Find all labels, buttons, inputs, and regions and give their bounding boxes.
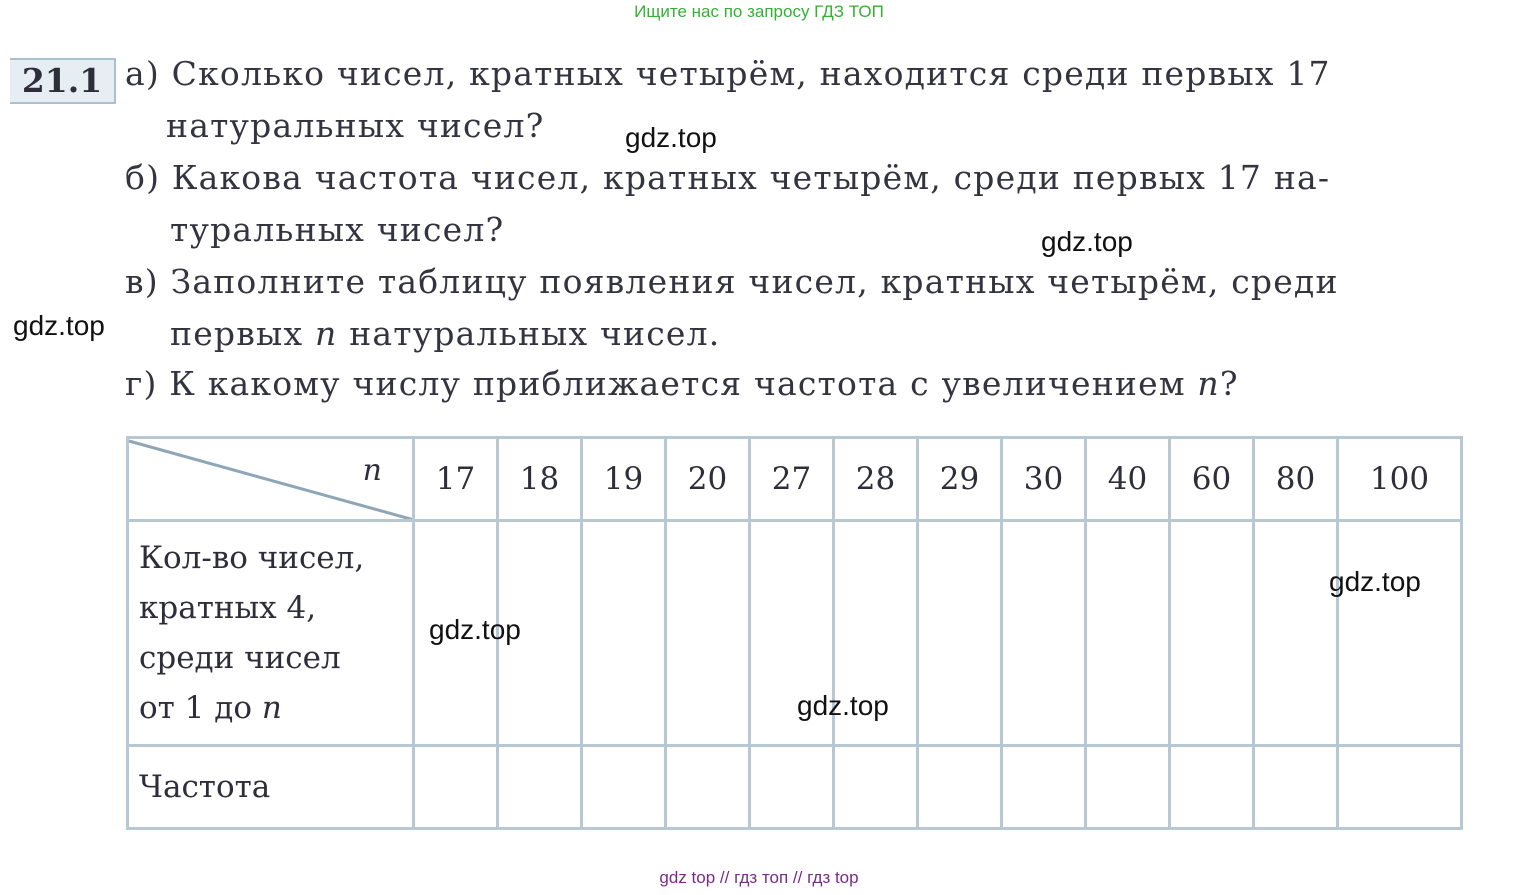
table-cell [916,743,1003,831]
row-label-line: кратных 4, [139,589,317,626]
column-header: 100 [1336,435,1463,523]
top-banner: Ищите нас по запросу ГДЗ ТОП [634,2,884,21]
table-cell [1084,519,1171,747]
table-cell [664,519,751,747]
column-header: 19 [580,435,667,523]
problem-number: 21.1 [10,58,116,104]
task-g-var: n [1197,364,1220,403]
task-g: г) К какому числу приближается частота с… [125,358,1239,410]
table-corner-cell: n [126,435,415,523]
task-a: а) Сколько чисел, кратных четырём, наход… [125,48,1331,100]
table-cell [1252,519,1339,747]
task-v-text: Заполните таблицу появления чисел, кратн… [170,262,1339,301]
column-header: 27 [748,435,835,523]
table-cell [412,743,499,831]
task-a-text: Сколько чисел, кратных четырём, находитс… [171,54,1331,93]
task-b-text: Какова частота чисел, кратных четырём, с… [171,158,1331,197]
column-header: 29 [916,435,1003,523]
table-header-row: n 17 18 19 20 27 28 29 30 40 60 80 100 [126,435,1463,523]
column-header: 18 [496,435,583,523]
table-row-frequency: Частота [126,743,1463,831]
column-header: 17 [412,435,499,523]
task-v-letter: в) [125,262,159,301]
watermark: gdz.top [797,690,889,721]
column-header: 40 [1084,435,1171,523]
column-header: 20 [664,435,751,523]
row-label-line: Кол-во чисел, [139,539,365,576]
task-b-continuation: туральных чисел? [170,210,505,249]
row-label-line: от 1 до n [139,683,412,733]
table-cell [1000,519,1087,747]
table-cell [1336,743,1463,831]
frequency-table: n 17 18 19 20 27 28 29 30 40 60 80 100 К… [126,435,1463,831]
task-a-continuation: натуральных чисел? [166,106,545,145]
task-g-post: ? [1219,364,1239,403]
table-row-count: Кол-во чисел, кратных 4, среди чисел от … [126,519,1463,747]
task-g-letter: г) [125,364,158,403]
task-v-post: натуральных чисел. [349,314,721,353]
table-cell [580,519,667,747]
table-cell [580,743,667,831]
table-cell [1252,743,1339,831]
table-cell [664,743,751,831]
corner-n-label: n [362,453,382,488]
task-v-pre: первых [170,314,304,353]
table-cell [1084,743,1171,831]
table-cell [1168,743,1255,831]
row-label-frequency: Частота [126,743,415,831]
row-label-count: Кол-во чисел, кратных 4, среди чисел от … [126,519,415,747]
task-v-var: n [315,314,338,353]
task-b: б) Какова частота чисел, кратных четырём… [125,152,1330,204]
task-v-continuation: первых n натуральных чисел. [170,308,721,360]
task-b-letter: б) [125,158,161,197]
column-header: 30 [1000,435,1087,523]
task-v: в) Заполните таблицу появления чисел, кр… [125,256,1339,308]
table-cell [748,743,835,831]
watermark: gdz.top [1041,226,1133,257]
row-label-var: n [261,689,282,726]
column-header: 60 [1168,435,1255,523]
column-header: 28 [832,435,919,523]
row-label-line: среди чисел [139,639,341,676]
watermark: gdz.top [1329,566,1421,597]
table-cell [916,519,1003,747]
table-cell [1336,519,1463,747]
footer-links: gdz top // гдз топ // гдз top [659,868,859,887]
row-label-text: от 1 до [139,689,252,726]
task-a-letter: а) [125,54,160,93]
watermark: gdz.top [429,614,521,645]
table-cell [1168,519,1255,747]
table-cell [496,743,583,831]
column-header: 80 [1252,435,1339,523]
watermark: gdz.top [625,122,717,153]
watermark: gdz.top [13,310,105,341]
task-g-text: К какому числу приближается частота с ув… [169,364,1186,403]
table-cell [832,743,919,831]
table-cell [1000,743,1087,831]
